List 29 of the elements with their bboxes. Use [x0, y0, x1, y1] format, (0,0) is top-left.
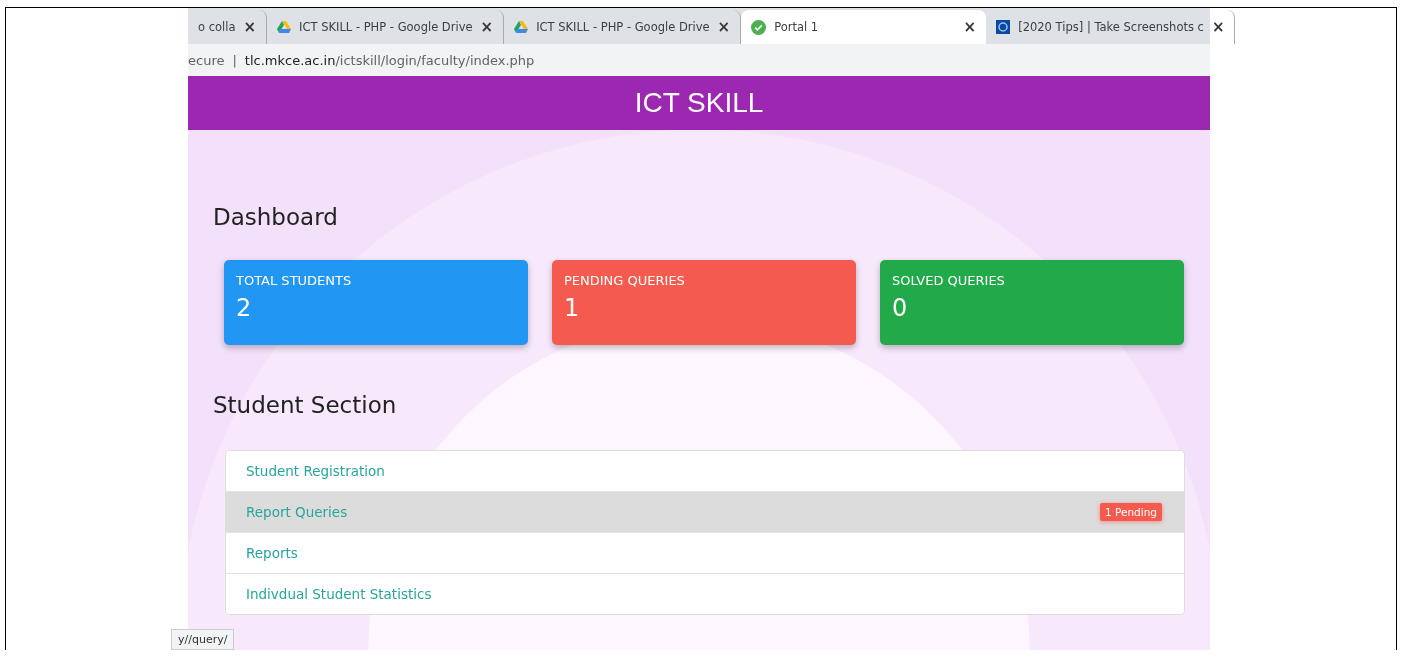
- address-bar[interactable]: ecure | tlc.mkce.ac.in/ictskill/login/faculty/index.php: [188, 44, 1210, 76]
- stat-label: TOTAL STUDENTS: [236, 273, 353, 288]
- browser-tab[interactable]: Portal 1 ×: [741, 10, 987, 44]
- close-icon[interactable]: ×: [963, 18, 977, 36]
- site-logo-icon: [996, 20, 1011, 34]
- triangle-logo-icon: [514, 21, 529, 33]
- section-heading: Dashboard: [213, 204, 339, 230]
- stat-value: 2: [236, 294, 253, 322]
- close-icon[interactable]: ×: [480, 18, 494, 36]
- security-label: ecure: [188, 52, 225, 68]
- site-title: ICT SKILL: [634, 87, 764, 119]
- close-icon[interactable]: ×: [1211, 18, 1225, 36]
- stat-label: PENDING QUERIES: [564, 273, 686, 288]
- section-heading: Student Section: [213, 392, 398, 418]
- status-url: y//query/: [171, 629, 235, 650]
- triangle-logo-icon: [277, 21, 292, 33]
- separator-mark: |: [232, 52, 237, 68]
- close-icon[interactable]: ×: [243, 18, 257, 36]
- menu-item-label: Indivdual Student Statistics: [246, 586, 432, 602]
- stat-value: 1: [564, 294, 581, 322]
- stat-value: 0: [892, 294, 909, 322]
- menu-item-label: Reports: [246, 545, 298, 561]
- menu-item-label: Student Registration: [246, 463, 385, 479]
- url-text: tlc.mkce.ac.in/ictskill/login/faculty/index.php: [244, 52, 535, 68]
- pending-badge: 1 Pending: [1100, 503, 1162, 521]
- check-circle-icon: [751, 19, 767, 35]
- close-icon[interactable]: ×: [717, 18, 731, 36]
- menu-item-label: Report Queries: [246, 504, 348, 520]
- stat-label: SOLVED QUERIES: [892, 273, 1006, 288]
